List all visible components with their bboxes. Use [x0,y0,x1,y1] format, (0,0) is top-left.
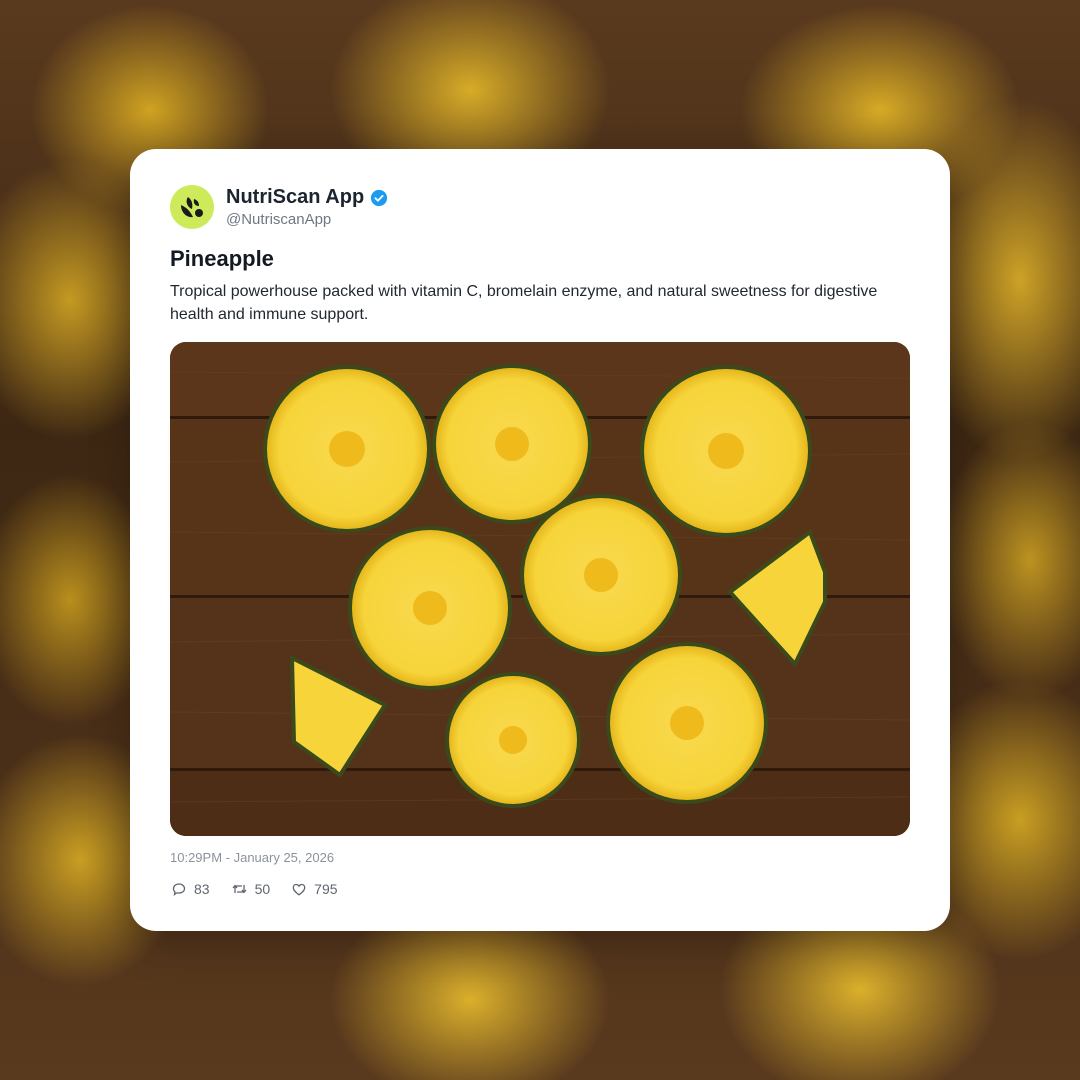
author-display-name[interactable]: NutriScan App [226,186,364,209]
reply-button[interactable]: 83 [172,881,210,897]
reply-count: 83 [194,881,210,897]
heart-icon [292,883,306,896]
post-header: NutriScan App @NutriscanApp [170,185,388,229]
post-title: Pineapple [170,246,274,271]
post-timestamp[interactable]: 10:29PM - January 25, 2026 [170,850,334,865]
pineapple-photo-illustration [170,342,910,836]
engagement-stats: 83 50 795 [172,881,360,897]
leaf-logo-icon [181,197,203,218]
post-card: NutriScan App @NutriscanApp Pineapple Tr… [130,149,950,931]
author-handle[interactable]: @NutriscanApp [226,211,388,228]
post-description: Tropical powerhouse packed with vitamin … [170,283,878,323]
verified-badge-icon [371,189,388,206]
post-image[interactable] [170,342,910,836]
repost-count: 50 [254,881,271,897]
reply-icon [172,883,186,896]
avatar[interactable] [170,185,214,229]
repost-button[interactable]: 50 [232,881,271,897]
like-button[interactable]: 795 [292,881,338,897]
like-count: 795 [314,881,338,897]
repost-icon [232,884,247,894]
